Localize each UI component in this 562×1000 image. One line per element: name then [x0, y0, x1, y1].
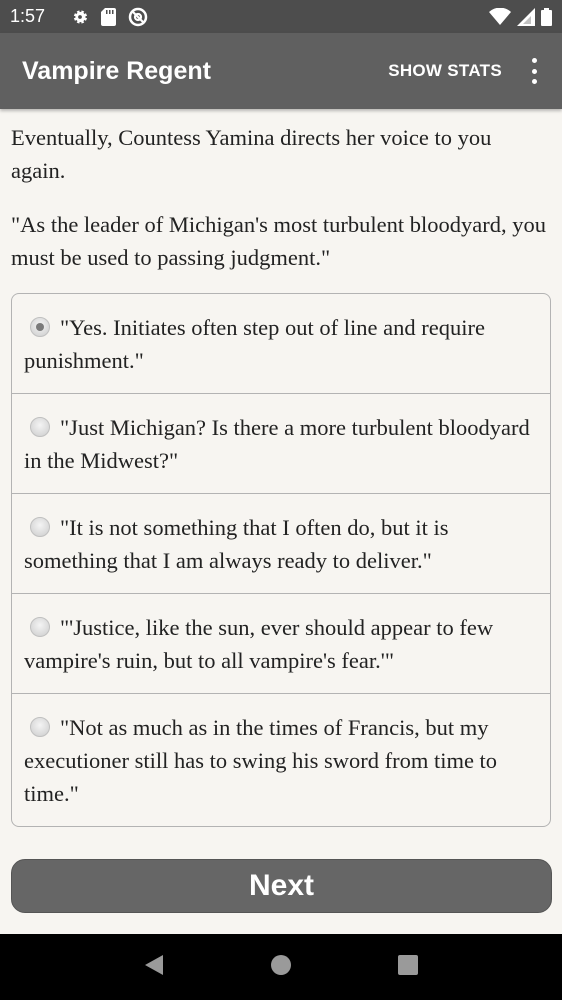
wifi-icon — [489, 7, 511, 26]
radio-button[interactable] — [30, 417, 50, 437]
sd-card-icon — [101, 7, 117, 26]
choice-text: "It is not something that I often do, bu… — [24, 515, 449, 573]
next-button[interactable]: Next — [11, 859, 552, 913]
radio-button[interactable] — [30, 317, 50, 337]
choice-list: "Yes. Initiates often step out of line a… — [11, 293, 551, 827]
radio-button[interactable] — [30, 617, 50, 637]
choice-text: "Yes. Initiates often step out of line a… — [24, 315, 485, 373]
choice-option[interactable]: "Not as much as in the times of Francis,… — [12, 694, 550, 826]
status-left: 1:57 — [10, 6, 148, 27]
choice-option[interactable]: "It is not something that I often do, bu… — [12, 494, 550, 594]
navigation-bar — [0, 934, 562, 1000]
gear-icon — [71, 8, 89, 26]
choice-option[interactable]: "Just Michigan? Is there a more turbulen… — [12, 394, 550, 494]
status-time: 1:57 — [10, 6, 46, 26]
overflow-menu-icon[interactable] — [528, 58, 540, 84]
app-bar: Vampire Regent SHOW STATS — [0, 33, 562, 109]
choice-option[interactable]: "Yes. Initiates often step out of line a… — [12, 294, 550, 394]
radio-button[interactable] — [30, 717, 50, 737]
story-content: Eventually, Countess Yamina directs her … — [0, 109, 562, 934]
back-icon[interactable] — [143, 953, 165, 982]
at-sign-icon — [128, 7, 148, 27]
signal-icon — [517, 7, 535, 26]
show-stats-button[interactable]: SHOW STATS — [388, 61, 502, 81]
choice-text: "'Justice, like the sun, ever should app… — [24, 615, 494, 673]
battery-icon — [541, 7, 552, 26]
status-right — [489, 7, 552, 26]
choice-text: "Not as much as in the times of Francis,… — [24, 715, 498, 806]
status-bar: 1:57 — [0, 0, 562, 33]
app-title: Vampire Regent — [22, 56, 211, 85]
story-paragraph: "As the leader of Michigan's most turbul… — [11, 212, 547, 270]
choice-text: "Just Michigan? Is there a more turbulen… — [24, 415, 530, 473]
radio-button[interactable] — [30, 517, 50, 537]
recents-icon[interactable] — [397, 954, 419, 981]
story-paragraph: Eventually, Countess Yamina directs her … — [11, 125, 492, 183]
choice-option[interactable]: "'Justice, like the sun, ever should app… — [12, 594, 550, 694]
home-icon[interactable] — [270, 954, 292, 981]
